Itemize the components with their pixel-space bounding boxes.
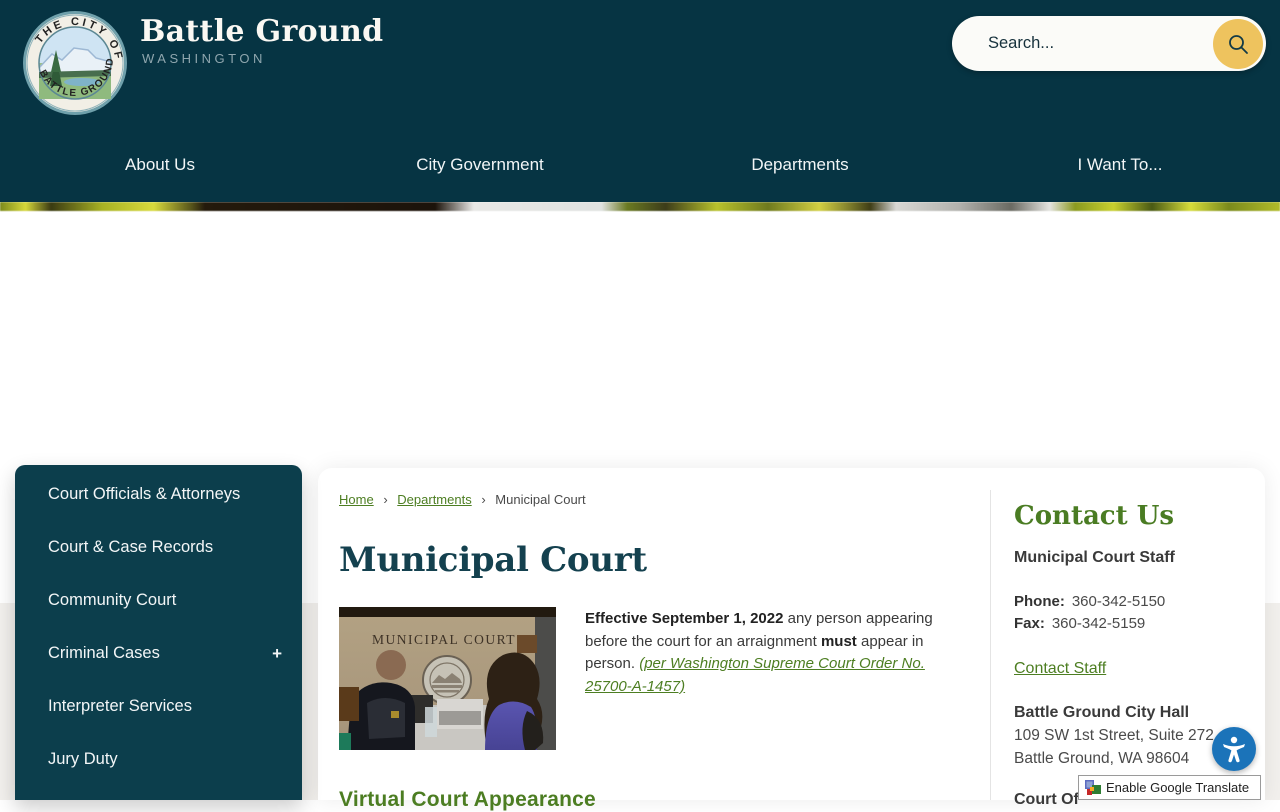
- contact-staff-title: Municipal Court Staff: [1014, 549, 1175, 566]
- site-title[interactable]: Battle Ground: [140, 14, 383, 49]
- search-input[interactable]: [988, 16, 1188, 71]
- virtual-court-heading: Virtual Court Appearance: [339, 788, 596, 811]
- address-line-2: Battle Ground, WA 98604: [1014, 750, 1190, 767]
- fax-line: Fax: 360-342-5159: [1014, 615, 1145, 632]
- nav-departments[interactable]: Departments: [640, 145, 960, 185]
- court-office-heading: Court Of: [1014, 791, 1079, 808]
- sidebar-item-court-officials[interactable]: Court Officials & Attorneys: [15, 468, 302, 521]
- page-title: Municipal Court: [339, 540, 647, 580]
- sidebar-item-jury-duty[interactable]: Jury Duty: [15, 733, 302, 786]
- search-button[interactable]: [1213, 18, 1263, 69]
- nav-about-us[interactable]: About Us: [0, 145, 320, 185]
- google-translate-button[interactable]: Enable Google Translate: [1078, 775, 1261, 800]
- sidebar-item-court-case-records[interactable]: Court & Case Records: [15, 521, 302, 574]
- section-sidebar: Court Officials & Attorneys Court & Case…: [15, 465, 302, 800]
- photo-sign-text: MUNICIPAL COURT: [372, 632, 516, 647]
- phone-label: Phone:: [1014, 593, 1065, 610]
- content-divider: [990, 490, 991, 800]
- nav-i-want-to[interactable]: I Want To...: [960, 145, 1280, 185]
- intro-bold-date: Effective September 1, 2022: [585, 610, 784, 627]
- city-hall-name: Battle Ground City Hall: [1014, 704, 1190, 721]
- breadcrumb-separator: ›: [481, 492, 486, 507]
- content-card: Home › Departments › Municipal Court Mun…: [318, 468, 1265, 811]
- accessibility-button[interactable]: [1212, 727, 1256, 771]
- sidebar-item-interpreter-services[interactable]: Interpreter Services: [15, 680, 302, 733]
- breadcrumb-departments[interactable]: Departments: [397, 492, 471, 507]
- site-header: THE CITY OF BATTLE GROUND Battle Ground …: [0, 0, 1280, 202]
- phone-line: Phone: 360-342-5150: [1014, 593, 1165, 610]
- phone-value: 360-342-5150: [1071, 593, 1166, 610]
- main-nav: About Us City Government Departments I W…: [0, 145, 1280, 185]
- hero-image-strip: [0, 202, 1280, 211]
- search-icon: [1229, 34, 1248, 54]
- intro-bold-must: must: [820, 632, 857, 650]
- city-seal-logo[interactable]: THE CITY OF BATTLE GROUND: [22, 10, 128, 116]
- google-translate-label: Enable Google Translate: [1106, 780, 1250, 795]
- contact-us-heading: Contact Us: [1014, 501, 1174, 531]
- site-subtitle: WASHINGTON: [142, 51, 266, 66]
- breadcrumb-separator: ›: [383, 492, 388, 507]
- breadcrumb-home[interactable]: Home: [339, 492, 374, 507]
- city-seal-icon: THE CITY OF BATTLE GROUND: [23, 11, 127, 115]
- municipal-court-photo: MUNICIPAL COURT: [339, 607, 556, 750]
- search-box: [952, 16, 1266, 71]
- sidebar-item-community-court[interactable]: Community Court: [15, 574, 302, 627]
- breadcrumb-current: Municipal Court: [495, 492, 586, 507]
- fax-label: Fax:: [1014, 615, 1045, 632]
- contact-staff-link[interactable]: Contact Staff: [1014, 660, 1106, 678]
- expand-plus-icon[interactable]: +: [272, 641, 282, 666]
- intro-paragraph: Effective September 1, 2022 any person a…: [585, 610, 933, 695]
- accessibility-icon: [1223, 736, 1245, 763]
- nav-city-government[interactable]: City Government: [320, 145, 640, 185]
- fax-value: 360-342-5159: [1051, 615, 1146, 632]
- sidebar-item-criminal-cases[interactable]: Criminal Cases +: [15, 627, 302, 680]
- google-translate-icon: [1085, 779, 1101, 795]
- breadcrumb: Home › Departments › Municipal Court: [339, 492, 586, 507]
- address-line-1: 109 SW 1st Street, Suite 272: [1014, 727, 1214, 744]
